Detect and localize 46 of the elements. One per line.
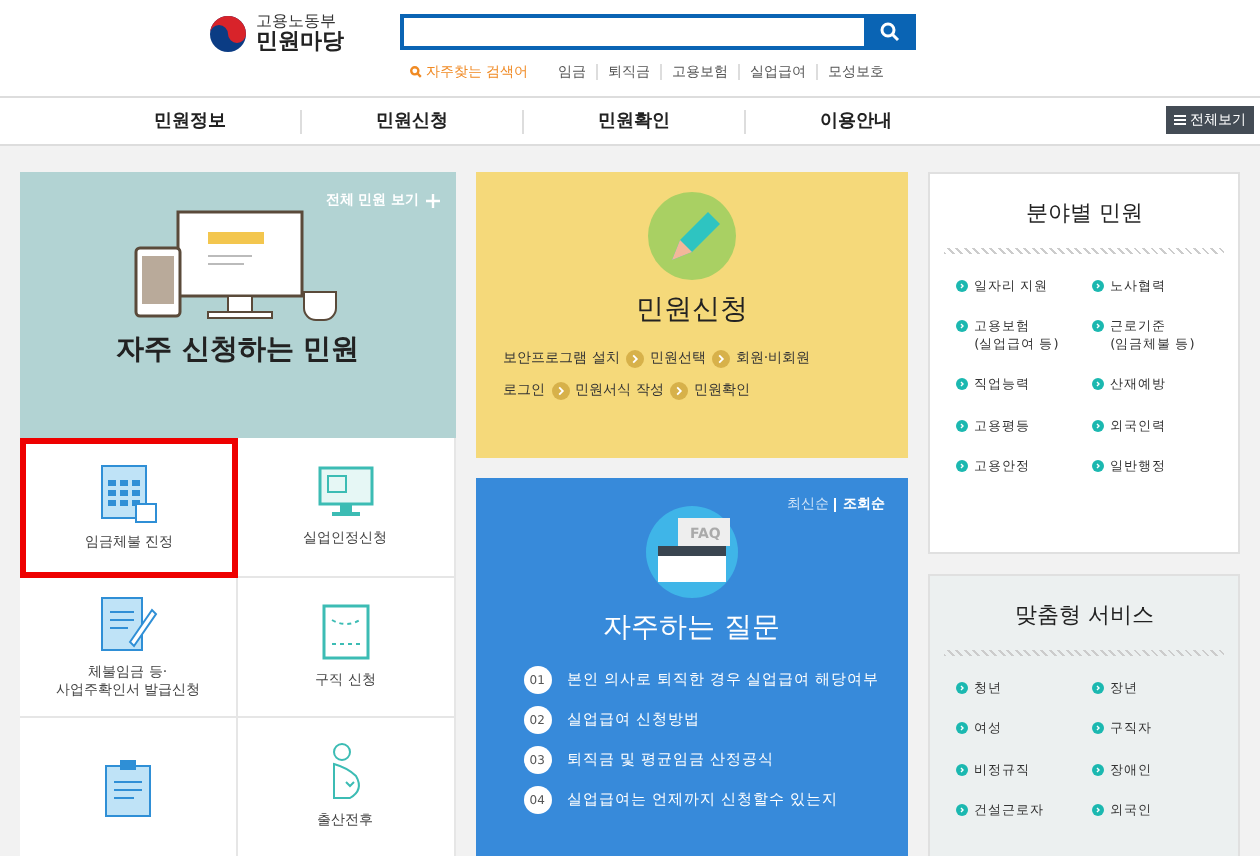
chevron-icon: [669, 381, 688, 399]
frame-icon: [319, 602, 372, 663]
section-title: 자주 신청하는 민원: [115, 332, 360, 368]
government-logo-icon: [208, 14, 248, 54]
section-title: 맞춤형 서비스: [1014, 600, 1154, 630]
calculator-icon: [98, 463, 159, 524]
pencil-icon: [647, 192, 736, 280]
bullet-icon: [956, 804, 969, 817]
search-field[interactable]: [400, 14, 864, 50]
bullet-icon: [1092, 280, 1105, 292]
bullet-icon: [1092, 804, 1105, 817]
bullet-icon: [956, 419, 969, 432]
document-pen-icon: [97, 593, 158, 654]
search-button[interactable]: [864, 14, 916, 50]
nav-menu-item[interactable]: 민원신청: [302, 109, 524, 133]
chevron-icon: [625, 349, 644, 367]
section-title: 민원신청: [635, 292, 748, 328]
bullet-icon: [1092, 460, 1105, 473]
bullet-icon: [956, 682, 969, 694]
bullet-icon: [1092, 682, 1105, 694]
search-icon: [880, 22, 900, 42]
bullet-icon: [956, 378, 969, 391]
bullet-icon: [1092, 419, 1105, 432]
section-title: 자주하는 질문: [603, 610, 781, 646]
nav-menu-item[interactable]: 민원확인: [524, 109, 746, 133]
plus-icon: [425, 193, 440, 207]
ministry-name: 고용노동부: [256, 14, 338, 31]
clipboard-icon: [101, 757, 154, 817]
bullet-icon: [956, 280, 969, 292]
bullet-icon: [956, 460, 969, 473]
monitor-icon: [315, 464, 376, 521]
bullet-icon: [1092, 763, 1105, 776]
bullet-icon: [956, 722, 969, 735]
section-title: 분야별 민원: [1025, 198, 1143, 228]
nav-menu-item[interactable]: 민원정보: [80, 109, 302, 133]
bullet-icon: [1092, 722, 1105, 735]
bullet-icon: [956, 763, 969, 776]
chevron-icon: [711, 349, 730, 367]
search-icon: [410, 66, 422, 78]
bullet-icon: [1092, 320, 1105, 333]
bullet-icon: [1092, 378, 1105, 391]
nav-menu-item[interactable]: 이용안내: [746, 109, 966, 133]
site-name: 민원마당: [256, 30, 344, 54]
menu-icon: [1174, 114, 1186, 126]
bullet-icon: [956, 320, 969, 333]
chevron-icon: [551, 381, 570, 399]
